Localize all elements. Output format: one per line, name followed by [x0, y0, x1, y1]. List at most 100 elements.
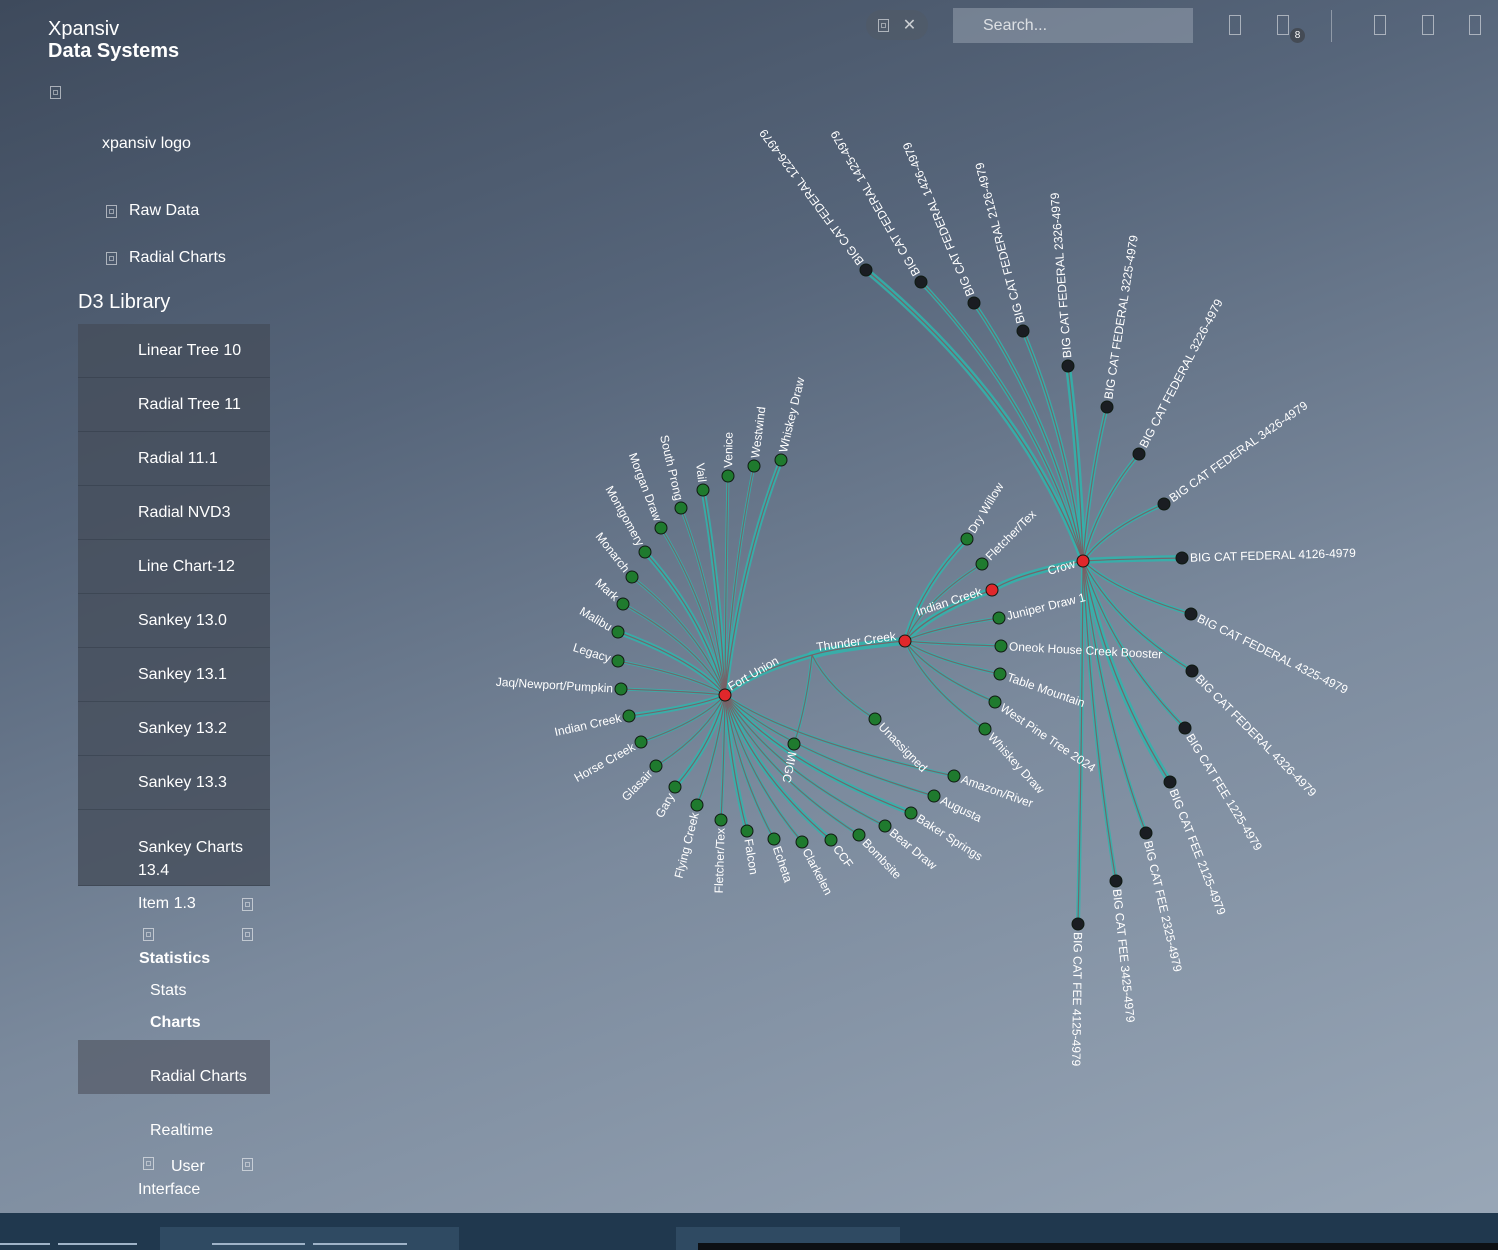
leaf-label-vail: Vail	[693, 462, 709, 483]
footer-bar	[698, 1243, 1498, 1250]
leaf-node-horse-creek	[634, 735, 648, 749]
leaf-node-mark	[616, 597, 630, 611]
leaf-node-flying-creek	[690, 798, 704, 812]
leaf-node-augusta	[927, 789, 941, 803]
leaf-label-ccf: CCF	[830, 842, 856, 870]
leaf-label-big-cat-federal-3226-4979: BIG CAT FEDERAL 3226-4979	[1137, 296, 1226, 450]
leaf-node-amazon-river	[947, 769, 961, 783]
hub-node-indian-creek	[985, 583, 999, 597]
leaf-label-augusta: Augusta	[938, 793, 984, 825]
leaf-node-fletcher-tex	[714, 813, 728, 827]
tree-link-edge	[811, 654, 876, 720]
leaf-node-big-cat-fee-2325-4979	[1139, 826, 1153, 840]
leaf-label-monarch: Monarch	[593, 530, 633, 575]
leaf-label-fletcher-tex: Fletcher/Tex	[712, 828, 728, 894]
leaf-label-unassigned: Unassigned	[876, 720, 930, 775]
leaf-label-big-cat-fee-3425-4979: BIG CAT FEE 3425-4979	[1110, 888, 1138, 1023]
tree-link-edge	[1082, 453, 1140, 562]
leaf-label-flying-creek: Flying Creek	[672, 810, 702, 880]
leaf-node-big-cat-federal-3226-4979	[1132, 447, 1146, 461]
footer-tab[interactable]	[212, 1243, 305, 1245]
hub-label-crow: Crow	[1046, 557, 1077, 578]
leaf-node-big-cat-fee-4125-4979	[1071, 917, 1085, 931]
leaf-node-bombsite	[852, 828, 866, 842]
leaf-node-westwind	[747, 459, 761, 473]
leaf-node-vail	[696, 483, 710, 497]
leaf-node-big-cat-federal-2326-4979	[1061, 359, 1075, 373]
footer-thumbnail	[160, 1227, 459, 1250]
leaf-node-south-prong	[674, 501, 688, 515]
footer-tab[interactable]	[313, 1243, 407, 1245]
leaf-node-big-cat-federal-1226-4979	[859, 263, 873, 277]
leaf-label-falcon: Falcon	[741, 838, 761, 876]
leaf-node-whiskey-draw	[978, 722, 992, 736]
leaf-node-gary	[668, 780, 682, 794]
leaf-node-big-cat-federal-1426-4979	[967, 296, 981, 310]
tree-link	[626, 692, 728, 719]
tree-link	[810, 653, 877, 721]
tree-link	[1081, 502, 1166, 563]
leaf-label-migc: MIGC	[779, 750, 799, 784]
leaf-node-big-cat-fee-2125-4979	[1163, 775, 1177, 789]
leaf-label-big-cat-federal-2326-4979: BIG CAT FEDERAL 2326-4979	[1048, 192, 1075, 359]
hub-node-thunder-creek	[898, 634, 912, 648]
leaf-node-echeta	[767, 832, 781, 846]
leaf-label-juniper-draw-1: Juniper Draw 1	[1005, 590, 1087, 623]
leaf-node-baker-springs	[904, 806, 918, 820]
leaf-label-big-cat-fee-2125-4979: BIG CAT FEE 2125-4979	[1166, 787, 1228, 917]
footer-tab[interactable]	[0, 1243, 50, 1245]
leaf-node-big-cat-federal-4326-4979	[1185, 664, 1199, 678]
leaf-label-echeta: Echeta	[770, 844, 795, 884]
footer-tab[interactable]	[58, 1243, 137, 1245]
leaf-node-west-pine-tree-2024	[988, 695, 1002, 709]
hub-node-fort-union	[718, 688, 732, 702]
leaf-node-indian-creek	[622, 709, 636, 723]
leaf-node-monarch	[625, 570, 639, 584]
leaf-label-jaq-newport-pumpkin: Jaq/Newport/Pumpkin	[495, 675, 613, 696]
leaf-label-legacy: Legacy	[571, 640, 612, 665]
leaf-label-clarkelen: Clarkelen	[800, 846, 836, 897]
leaf-label-big-cat-fee-4125-4979: BIG CAT FEE 4125-4979	[1069, 932, 1085, 1067]
leaf-label-gary: Gary	[653, 791, 678, 821]
leaf-label-fletcher-tex: Fletcher/Tex	[983, 507, 1039, 563]
leaf-node-big-cat-federal-1425-4979	[914, 275, 928, 289]
leaf-node-malibu	[611, 625, 625, 639]
leaf-node-dry-willow	[960, 532, 974, 546]
leaf-node-migc	[787, 737, 801, 751]
leaf-node-venice	[721, 469, 735, 483]
leaf-node-jaq-newport-pumpkin	[614, 682, 628, 696]
leaf-label-oneok-house-creek-booster: Oneok House Creek Booster	[1009, 639, 1163, 661]
leaf-label-big-cat-federal-3225-4979: BIG CAT FEDERAL 3225-4979	[1101, 234, 1141, 400]
leaf-node-oneok-house-creek-booster	[994, 639, 1008, 653]
leaf-node-big-cat-fee-3425-4979	[1109, 874, 1123, 888]
leaf-node-clarkelen	[795, 835, 809, 849]
leaf-label-south-prong: South Prong	[657, 434, 686, 502]
hub-node-crow	[1076, 554, 1090, 568]
radial-tree-chart: Whiskey Draw Westwind Venice Vail South Pron…	[495, 126, 1357, 1067]
leaf-node-morgan-draw	[654, 521, 668, 535]
leaf-label-malibu: Malibu	[577, 604, 615, 634]
leaf-node-glasair	[649, 759, 663, 773]
leaf-label-big-cat-federal-3426-4979: BIG CAT FEDERAL 3426-4979	[1167, 398, 1311, 505]
leaf-node-unassigned	[868, 712, 882, 726]
leaf-label-glasair: Glasair	[619, 767, 656, 804]
leaf-label-dry-willow: Dry Willow	[965, 480, 1007, 536]
leaf-label-big-cat-fee-2325-4979: BIG CAT FEE 2325-4979	[1141, 839, 1185, 973]
leaf-node-big-cat-federal-4126-4979	[1175, 551, 1189, 565]
leaf-label-big-cat-federal-2126-4979: BIG CAT FEDERAL 2126-4979	[972, 161, 1027, 325]
leaf-label-big-cat-federal-4126-4979: BIG CAT FEDERAL 4126-4979	[1190, 546, 1357, 565]
leaf-node-whiskey-draw	[774, 453, 788, 467]
leaf-node-table-mountain	[993, 667, 1007, 681]
leaf-label-indian-creek: Indian Creek	[553, 711, 623, 739]
leaf-node-legacy	[611, 654, 625, 668]
leaf-node-big-cat-federal-3225-4979	[1100, 400, 1114, 414]
leaf-node-ccf	[824, 833, 838, 847]
leaf-node-big-cat-federal-4325-4979	[1184, 607, 1198, 621]
leaf-node-fletcher-tex	[975, 557, 989, 571]
leaf-node-falcon	[740, 824, 754, 838]
tree-link-edge	[1082, 503, 1165, 562]
leaf-label-horse-creek: Horse Creek	[572, 739, 638, 785]
leaf-label-whiskey-draw: Whiskey Draw	[776, 376, 807, 454]
leaf-label-westwind: Westwind	[748, 406, 768, 459]
leaf-node-big-cat-federal-3426-4979	[1157, 497, 1171, 511]
